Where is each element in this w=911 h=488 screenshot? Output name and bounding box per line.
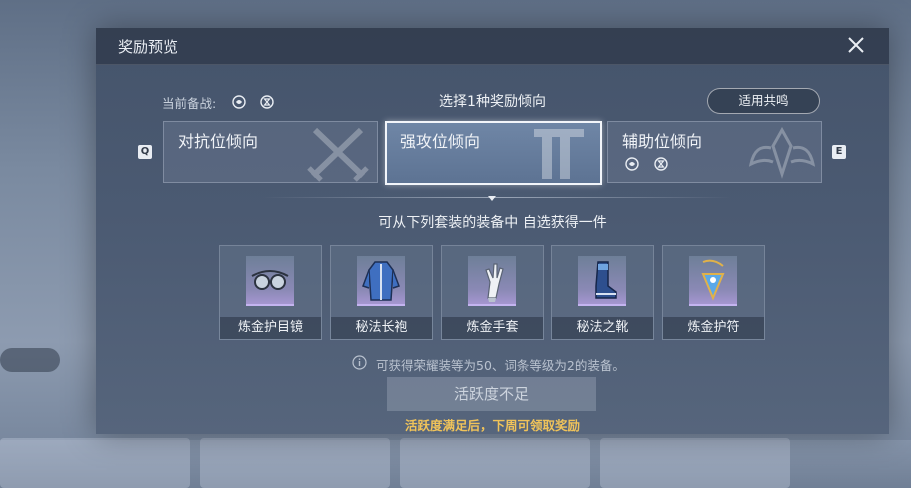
item-name: 炼金护符 xyxy=(663,317,764,339)
background-card xyxy=(200,438,390,488)
item-alchemy-amulet[interactable]: 炼金护符 xyxy=(662,245,765,340)
item-name: 炼金护目镜 xyxy=(220,317,321,339)
item-icon-frame xyxy=(357,256,405,306)
divider-arrow-icon xyxy=(488,196,496,201)
activity-warning-text: 活跃度满足后，下周可领取奖励 xyxy=(404,418,580,433)
item-name: 秘法之靴 xyxy=(552,317,653,339)
glove-icon xyxy=(485,263,504,302)
item-icon-frame xyxy=(689,256,737,306)
equipment-info-text: 可获得荣耀装等为50、词条等级为2的装备。 xyxy=(376,358,625,373)
swirl-emblem-icon xyxy=(625,157,639,171)
key-hint-e[interactable]: E xyxy=(832,145,846,159)
tab-label: 辅助位倾向 xyxy=(622,132,703,151)
item-alchemy-gloves[interactable]: 炼金手套 xyxy=(441,245,544,340)
item-alchemy-goggles[interactable]: 炼金护目镜 xyxy=(219,245,322,340)
tab-support[interactable]: 辅助位倾向 xyxy=(607,121,822,183)
close-icon[interactable] xyxy=(845,34,867,56)
item-name: 炼金手套 xyxy=(442,317,543,339)
tab-label: 对抗位倾向 xyxy=(178,132,259,151)
background-card xyxy=(0,438,190,488)
reward-preview-dialog: 奖励预览 当前备战: 选择1种奖励倾向 适用共鸣 Q E 对抗位倾向 强攻位倾向 xyxy=(96,28,889,434)
apply-resonance-button[interactable]: 适用共鸣 xyxy=(707,88,820,114)
item-icon-frame xyxy=(468,256,516,306)
info-icon xyxy=(352,355,367,370)
key-hint-q[interactable]: Q xyxy=(138,145,152,159)
claim-reward-button[interactable]: 活跃度不足 xyxy=(387,377,596,411)
divider xyxy=(262,197,732,198)
item-icon-frame xyxy=(246,256,294,306)
amulet-icon xyxy=(701,259,725,301)
item-arcane-boots[interactable]: 秘法之靴 xyxy=(551,245,654,340)
dialog-title: 奖励预览 xyxy=(118,38,179,56)
choose-one-subtitle: 可从下列套装的装备中 自选获得一件 xyxy=(378,215,607,231)
pillar-emblem-icon xyxy=(534,129,584,179)
goggles-icon xyxy=(251,270,289,290)
boot-icon xyxy=(595,261,617,299)
background-pill xyxy=(0,348,60,372)
tab-label: 强攻位倾向 xyxy=(400,132,481,151)
dialog-titlebar: 奖励预览 xyxy=(96,28,889,65)
background-card xyxy=(400,438,590,488)
tab-confront[interactable]: 对抗位倾向 xyxy=(163,121,378,183)
crossed-swords-icon xyxy=(307,127,369,182)
robe-icon xyxy=(362,261,400,301)
background-card xyxy=(600,438,790,488)
item-name: 秘法长袍 xyxy=(331,317,432,339)
wing-crest-icon xyxy=(748,126,816,179)
item-icon-frame xyxy=(578,256,626,306)
tab-assault[interactable]: 强攻位倾向 xyxy=(385,121,602,185)
hourglass-emblem-icon xyxy=(654,157,668,171)
item-arcane-robe[interactable]: 秘法长袍 xyxy=(330,245,433,340)
